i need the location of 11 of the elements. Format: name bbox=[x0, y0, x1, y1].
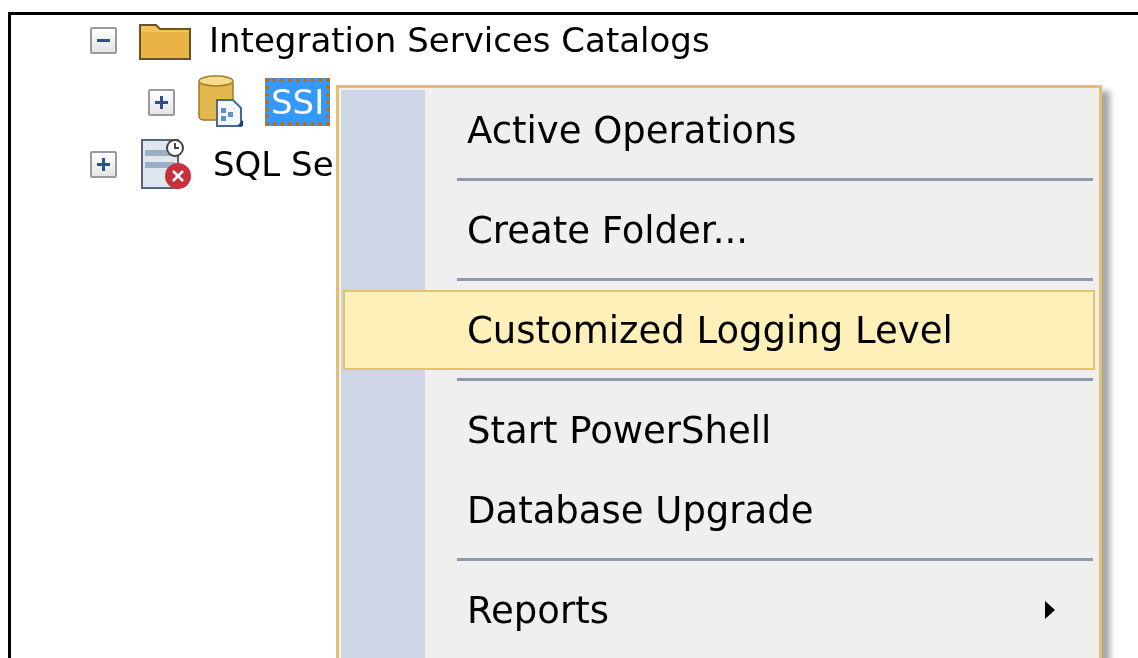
expand-icon[interactable] bbox=[90, 150, 117, 178]
tree-item[interactable]: SQL Se bbox=[207, 140, 340, 188]
menu-item[interactable]: Reports bbox=[343, 570, 1095, 650]
expand-icon[interactable] bbox=[148, 88, 175, 116]
collapse-icon[interactable] bbox=[90, 26, 117, 54]
menu-item[interactable]: Start PowerShell bbox=[343, 390, 1095, 470]
menu-item[interactable]: Active Operations bbox=[343, 90, 1095, 170]
menu-item[interactable]: Database Upgrade bbox=[343, 470, 1095, 550]
tree-item[interactable]: Integration Services Catalogs bbox=[203, 16, 716, 64]
menu-item[interactable]: Create Folder... bbox=[343, 190, 1095, 270]
menu-item[interactable]: Customized Logging Level bbox=[343, 290, 1095, 370]
